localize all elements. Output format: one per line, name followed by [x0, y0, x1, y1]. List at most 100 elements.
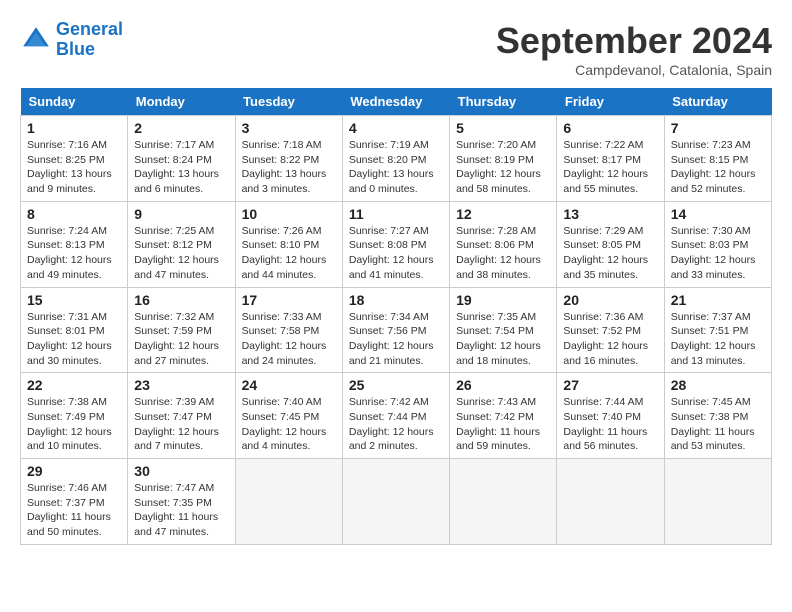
- dow-header-sunday: Sunday: [21, 88, 128, 116]
- calendar-cell: 23 Sunrise: 7:39 AMSunset: 7:47 PMDayligh…: [128, 373, 235, 459]
- calendar-cell: 12 Sunrise: 7:28 AMSunset: 8:06 PMDayligh…: [450, 201, 557, 287]
- day-info: Sunrise: 7:38 AMSunset: 7:49 PMDaylight:…: [27, 395, 121, 454]
- day-info: Sunrise: 7:43 AMSunset: 7:42 PMDaylight:…: [456, 395, 550, 454]
- day-number: 16: [134, 292, 228, 308]
- calendar-cell: 14 Sunrise: 7:30 AMSunset: 8:03 PMDayligh…: [664, 201, 771, 287]
- day-info: Sunrise: 7:31 AMSunset: 8:01 PMDaylight:…: [27, 310, 121, 369]
- calendar-cell: [557, 459, 664, 545]
- calendar-cell: 7 Sunrise: 7:23 AMSunset: 8:15 PMDaylight…: [664, 116, 771, 202]
- day-info: Sunrise: 7:19 AMSunset: 8:20 PMDaylight:…: [349, 138, 443, 197]
- calendar-cell: 16 Sunrise: 7:32 AMSunset: 7:59 PMDayligh…: [128, 287, 235, 373]
- calendar-cell: 6 Sunrise: 7:22 AMSunset: 8:17 PMDaylight…: [557, 116, 664, 202]
- calendar-cell: 20Sunrise: 7:36 AMSunset: 7:52 PMDayligh…: [557, 287, 664, 373]
- day-info: Sunrise: 7:42 AMSunset: 7:44 PMDaylight:…: [349, 395, 443, 454]
- day-number: 14: [671, 206, 765, 222]
- calendar-cell: 19 Sunrise: 7:35 AMSunset: 7:54 PMDayligh…: [450, 287, 557, 373]
- dow-header-thursday: Thursday: [450, 88, 557, 116]
- day-number: 6: [563, 120, 657, 136]
- dow-header-friday: Friday: [557, 88, 664, 116]
- day-info: Sunrise: 7:39 AMSunset: 7:47 PMDaylight:…: [134, 395, 228, 454]
- calendar-cell: [664, 459, 771, 545]
- calendar-cell: 4 Sunrise: 7:19 AMSunset: 8:20 PMDaylight…: [342, 116, 449, 202]
- day-number: 12: [456, 206, 550, 222]
- day-number: 18: [349, 292, 443, 308]
- calendar-cell: 29 Sunrise: 7:46 AMSunset: 7:37 PMDayligh…: [21, 459, 128, 545]
- day-info: Sunrise: 7:26 AMSunset: 8:10 PMDaylight:…: [242, 224, 336, 283]
- day-number: 13: [563, 206, 657, 222]
- calendar-cell: 8 Sunrise: 7:24 AMSunset: 8:13 PMDaylight…: [21, 201, 128, 287]
- logo-icon: [20, 24, 52, 56]
- calendar-week-row: 29 Sunrise: 7:46 AMSunset: 7:37 PMDayligh…: [21, 459, 772, 545]
- calendar-body: 1Sunrise: 7:16 AMSunset: 8:25 PMDaylight…: [21, 116, 772, 545]
- day-info: Sunrise: 7:37 AMSunset: 7:51 PMDaylight:…: [671, 310, 765, 369]
- day-number: 3: [242, 120, 336, 136]
- calendar-cell: 10 Sunrise: 7:26 AMSunset: 8:10 PMDayligh…: [235, 201, 342, 287]
- day-number: 23: [134, 377, 228, 393]
- logo-line2: Blue: [56, 39, 95, 59]
- day-number: 24: [242, 377, 336, 393]
- day-info: Sunrise: 7:35 AMSunset: 7:54 PMDaylight:…: [456, 310, 550, 369]
- day-number: 26: [456, 377, 550, 393]
- subtitle: Campdevanol, Catalonia, Spain: [496, 62, 772, 78]
- calendar-cell: 30Sunrise: 7:47 AMSunset: 7:35 PMDayligh…: [128, 459, 235, 545]
- calendar-cell: 5 Sunrise: 7:20 AMSunset: 8:19 PMDaylight…: [450, 116, 557, 202]
- calendar-cell: 17Sunrise: 7:33 AMSunset: 7:58 PMDayligh…: [235, 287, 342, 373]
- day-number: 11: [349, 206, 443, 222]
- calendar-cell: 9Sunrise: 7:25 AMSunset: 8:12 PMDaylight…: [128, 201, 235, 287]
- calendar-cell: 21Sunrise: 7:37 AMSunset: 7:51 PMDayligh…: [664, 287, 771, 373]
- calendar-week-row: 15 Sunrise: 7:31 AMSunset: 8:01 PMDayligh…: [21, 287, 772, 373]
- dow-header-tuesday: Tuesday: [235, 88, 342, 116]
- calendar-cell: 28 Sunrise: 7:45 AMSunset: 7:38 PMDayligh…: [664, 373, 771, 459]
- day-number: 19: [456, 292, 550, 308]
- day-number: 15: [27, 292, 121, 308]
- calendar-cell: 27 Sunrise: 7:44 AMSunset: 7:40 PMDayligh…: [557, 373, 664, 459]
- calendar-cell: 15 Sunrise: 7:31 AMSunset: 8:01 PMDayligh…: [21, 287, 128, 373]
- day-info: Sunrise: 7:27 AMSunset: 8:08 PMDaylight:…: [349, 224, 443, 283]
- day-number: 17: [242, 292, 336, 308]
- calendar-cell: 25Sunrise: 7:42 AMSunset: 7:44 PMDayligh…: [342, 373, 449, 459]
- calendar-cell: [235, 459, 342, 545]
- day-info: Sunrise: 7:22 AMSunset: 8:17 PMDaylight:…: [563, 138, 657, 197]
- day-number: 29: [27, 463, 121, 479]
- day-number: 2: [134, 120, 228, 136]
- day-info: Sunrise: 7:44 AMSunset: 7:40 PMDaylight:…: [563, 395, 657, 454]
- day-number: 8: [27, 206, 121, 222]
- day-number: 5: [456, 120, 550, 136]
- day-number: 28: [671, 377, 765, 393]
- day-info: Sunrise: 7:30 AMSunset: 8:03 PMDaylight:…: [671, 224, 765, 283]
- calendar-week-row: 8 Sunrise: 7:24 AMSunset: 8:13 PMDaylight…: [21, 201, 772, 287]
- calendar-week-row: 22 Sunrise: 7:38 AMSunset: 7:49 PMDayligh…: [21, 373, 772, 459]
- day-info: Sunrise: 7:32 AMSunset: 7:59 PMDaylight:…: [134, 310, 228, 369]
- day-info: Sunrise: 7:45 AMSunset: 7:38 PMDaylight:…: [671, 395, 765, 454]
- day-of-week-row: SundayMondayTuesdayWednesdayThursdayFrid…: [21, 88, 772, 116]
- calendar-cell: 1Sunrise: 7:16 AMSunset: 8:25 PMDaylight…: [21, 116, 128, 202]
- day-number: 1: [27, 120, 121, 136]
- calendar-cell: [450, 459, 557, 545]
- day-number: 10: [242, 206, 336, 222]
- day-number: 9: [134, 206, 228, 222]
- day-number: 27: [563, 377, 657, 393]
- calendar-cell: 3Sunrise: 7:18 AMSunset: 8:22 PMDaylight…: [235, 116, 342, 202]
- day-number: 4: [349, 120, 443, 136]
- calendar-cell: 26 Sunrise: 7:43 AMSunset: 7:42 PMDayligh…: [450, 373, 557, 459]
- day-number: 20: [563, 292, 657, 308]
- calendar-cell: 11 Sunrise: 7:27 AMSunset: 8:08 PMDayligh…: [342, 201, 449, 287]
- day-info: Sunrise: 7:46 AMSunset: 7:37 PMDaylight:…: [27, 481, 121, 540]
- day-info: Sunrise: 7:23 AMSunset: 8:15 PMDaylight:…: [671, 138, 765, 197]
- day-info: Sunrise: 7:28 AMSunset: 8:06 PMDaylight:…: [456, 224, 550, 283]
- header: General Blue September 2024 Campdevanol,…: [20, 20, 772, 78]
- dow-header-monday: Monday: [128, 88, 235, 116]
- day-number: 22: [27, 377, 121, 393]
- day-info: Sunrise: 7:34 AMSunset: 7:56 PMDaylight:…: [349, 310, 443, 369]
- calendar-cell: 13Sunrise: 7:29 AMSunset: 8:05 PMDayligh…: [557, 201, 664, 287]
- calendar-week-row: 1Sunrise: 7:16 AMSunset: 8:25 PMDaylight…: [21, 116, 772, 202]
- day-info: Sunrise: 7:24 AMSunset: 8:13 PMDaylight:…: [27, 224, 121, 283]
- day-info: Sunrise: 7:20 AMSunset: 8:19 PMDaylight:…: [456, 138, 550, 197]
- month-title: September 2024: [496, 20, 772, 62]
- calendar-cell: 2 Sunrise: 7:17 AMSunset: 8:24 PMDaylight…: [128, 116, 235, 202]
- logo: General Blue: [20, 20, 123, 60]
- day-info: Sunrise: 7:40 AMSunset: 7:45 PMDaylight:…: [242, 395, 336, 454]
- day-number: 7: [671, 120, 765, 136]
- calendar-cell: [342, 459, 449, 545]
- day-info: Sunrise: 7:17 AMSunset: 8:24 PMDaylight:…: [134, 138, 228, 197]
